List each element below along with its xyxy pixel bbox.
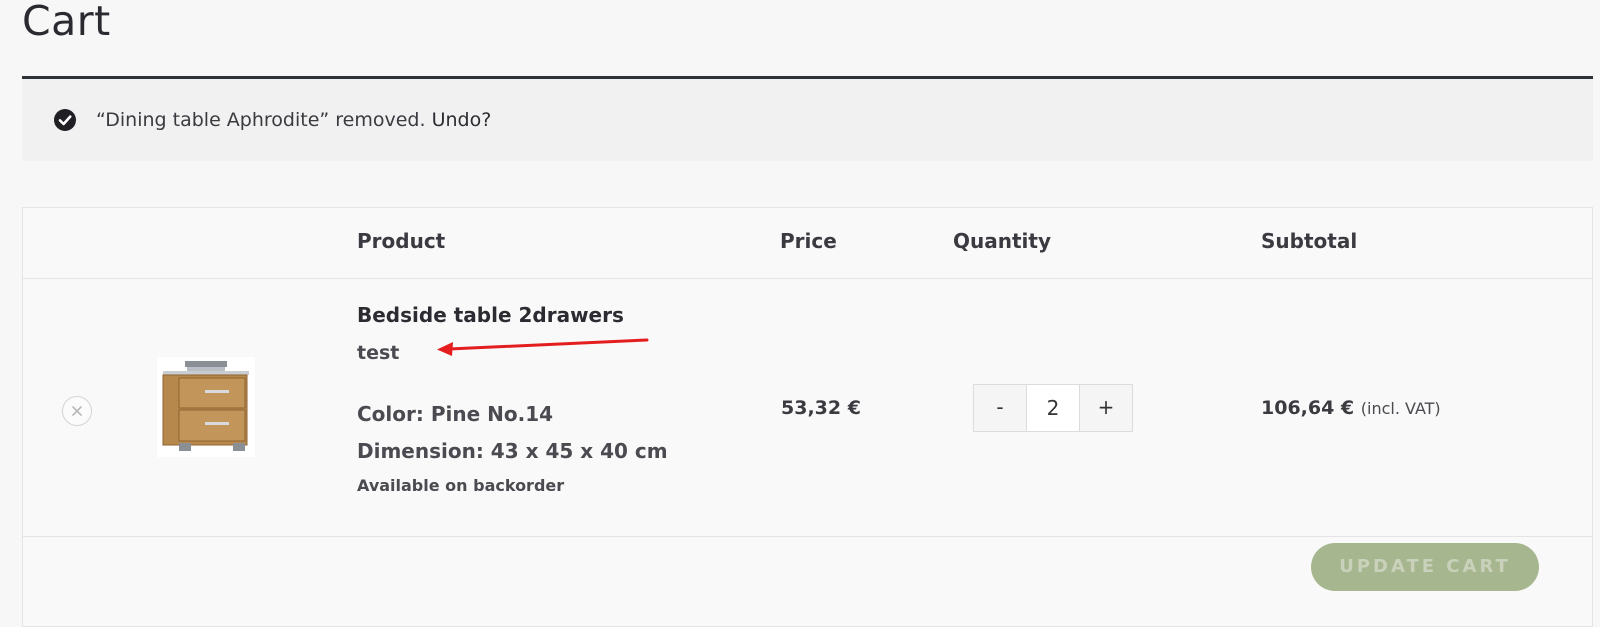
cart-table: Product Price Quantity Subtotal Bedside … [22,207,1593,627]
product-thumbnail[interactable] [157,357,255,457]
item-price: 53,32 € [781,397,861,419]
red-arrow-icon [437,338,649,356]
cart-item-row: Bedside table 2drawers test Color: Pine … [23,278,1592,537]
header-product: Product [357,229,446,253]
product-note: test [357,342,400,364]
update-cart-button[interactable]: UPDATE CART [1311,543,1539,591]
item-subtotal: 106,64 € (incl. VAT) [1261,395,1441,422]
cart-notice: “Dining table Aphrodite” removed. Undo? [22,79,1593,161]
remove-item-button[interactable] [62,396,92,426]
quantity-decrease-button[interactable]: - [974,385,1026,431]
undo-link[interactable]: Undo? [432,109,492,131]
subtotal-value: 106,64 € [1261,397,1355,419]
quantity-input[interactable] [1026,384,1080,432]
availability-status: Available on backorder [357,476,565,495]
notice-message: “Dining table Aphrodite” removed. Undo? [96,108,491,132]
product-name-link[interactable]: Bedside table 2drawers [357,302,624,328]
header-price: Price [780,229,837,253]
page-title: Cart [22,0,111,45]
notice-text: “Dining table Aphrodite” removed. [96,109,426,131]
check-circle-icon [54,109,76,131]
header-quantity: Quantity [953,229,1051,253]
quantity-increase-button[interactable]: + [1080,385,1132,431]
product-variation-dimension: Dimension: 43 x 45 x 40 cm [357,439,668,463]
cart-table-header: Product Price Quantity Subtotal [23,208,1592,279]
tax-note: (incl. VAT) [1360,399,1441,418]
quantity-stepper: - + [973,384,1133,432]
close-icon [72,406,82,416]
header-subtotal: Subtotal [1261,229,1358,253]
product-variation-color: Color: Pine No.14 [357,402,554,426]
